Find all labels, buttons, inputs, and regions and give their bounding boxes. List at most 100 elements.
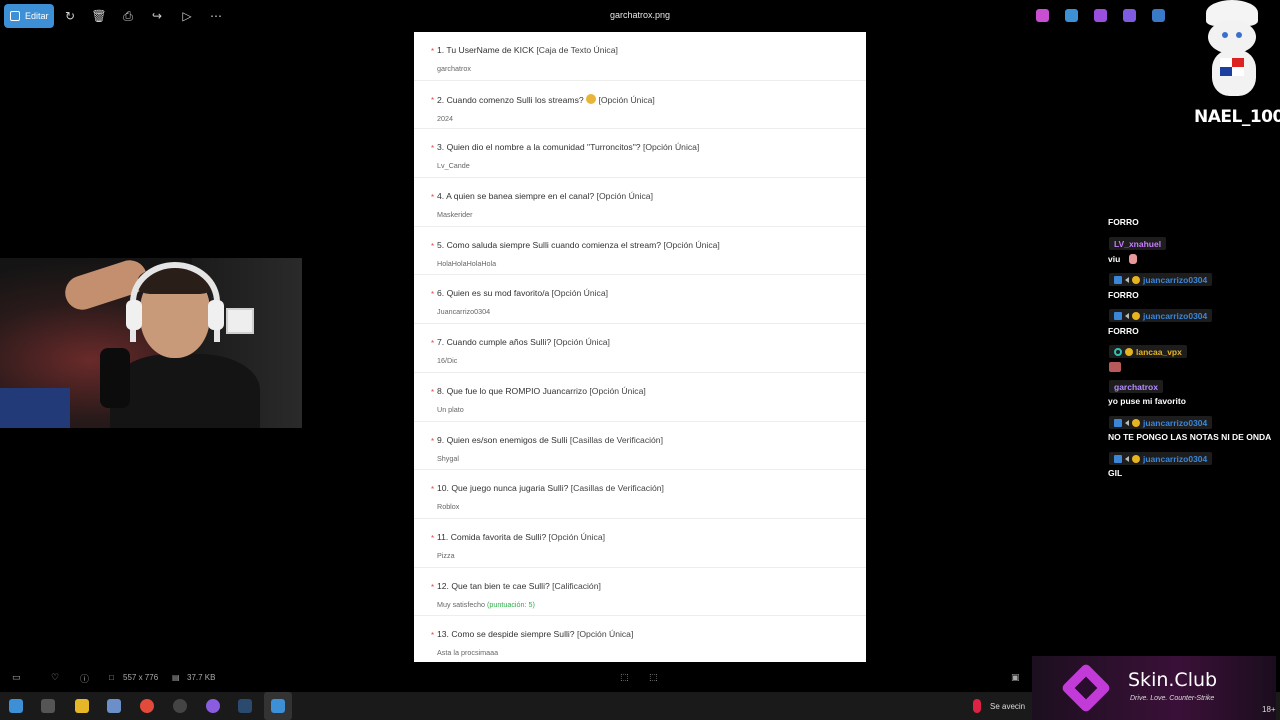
file-explorer-icon[interactable] (75, 699, 89, 713)
film-strip-icon[interactable]: ▭ (12, 672, 21, 683)
answer-value: Asta la procsimaaa (437, 648, 499, 658)
question-text: 7. Cuando cumple años Sulli? [Opción Úni… (433, 337, 866, 347)
chat-username[interactable]: garchatrox (1109, 380, 1163, 393)
question-number: 1. (437, 45, 445, 55)
headset-icon (130, 262, 220, 342)
chat-username-text: garchatrox (1114, 381, 1158, 392)
designer-icon[interactable] (1123, 9, 1136, 22)
photos-icon[interactable] (1065, 9, 1078, 22)
clipchamp-icon[interactable] (1094, 9, 1107, 22)
question-number: 12. (437, 580, 449, 591)
chrome-icon[interactable] (140, 699, 154, 713)
calculator-icon[interactable] (107, 699, 121, 713)
question-number: 10. (437, 483, 449, 494)
question-label: Como se despide siempre Sulli? (451, 629, 575, 640)
copilot-icon[interactable] (1036, 9, 1049, 22)
chat-username-text: juancarrizo0304 (1143, 274, 1208, 285)
emote-icon (1109, 362, 1121, 372)
print-icon[interactable]: ⎙ (121, 9, 135, 23)
question-item: * 13. Como se despide siempre Sulli? [Opc… (414, 616, 866, 662)
ad-title: Skin.Club (1128, 669, 1218, 691)
windows-start-icon[interactable] (9, 699, 23, 713)
sub-badge-icon (1132, 311, 1140, 320)
question-item: * 5. Como saluda siempre Sulli cuando com… (414, 227, 866, 276)
weather-text[interactable]: Se avecin (990, 702, 1025, 711)
answer-text: Pizza (433, 551, 866, 560)
chat-username[interactable]: juancarrizo0304 (1109, 452, 1213, 465)
question-text: 1. Tu UserName de KICK [Caja de Texto Ún… (433, 45, 866, 55)
question-text: 11. Comida favorita de Sulli? [Opción Ún… (433, 532, 866, 542)
answer-value: Pizza (437, 550, 455, 560)
delete-icon[interactable]: 🗑 (91, 9, 106, 23)
avatar-eye (1236, 32, 1242, 38)
question-text: 8. Que fue lo que ROMPIO Juancarrizo [Op… (433, 386, 866, 396)
answer-value: Lv_Cande (437, 161, 470, 171)
mod-badge-icon (1125, 276, 1129, 283)
answer-value: HolaHolaHolaHola (437, 258, 497, 268)
mod-badge-icon (1125, 419, 1129, 426)
kick-badge-icon (1114, 311, 1122, 320)
filesize-icon: ▤ (172, 673, 180, 682)
share-icon[interactable]: ↪ (150, 9, 164, 23)
required-star-icon: * (431, 582, 435, 592)
streamer-name: NAEL_1001 (1194, 107, 1280, 127)
window-title: garchatrox.png (609, 10, 671, 20)
favorite-icon[interactable]: ♡ (51, 672, 59, 683)
question-item: * 11. Comida favorita de Sulli? [Opción Ú… (414, 519, 866, 568)
survey-image: * 1. Tu UserName de KICK [Caja de Texto Ú… (414, 32, 866, 662)
question-type: [Casillas de Verificación] (570, 483, 664, 494)
required-star-icon: * (431, 193, 435, 203)
chat-username[interactable]: juancarrizo0304 (1109, 309, 1213, 322)
required-star-icon: * (431, 387, 435, 397)
chat-username-text: juancarrizo0304 (1143, 417, 1208, 428)
question-item: * 8. Que fue lo que ROMPIO Juancarrizo [O… (414, 373, 866, 422)
photos-app-icon[interactable] (271, 699, 285, 713)
question-label: Quien dio el nombre a la comunidad "Turr… (446, 142, 641, 153)
actual-size-icon[interactable]: ⬚ (649, 672, 658, 683)
question-label: Cuando comenzo Sulli los streams? (446, 94, 584, 105)
question-number: 9. (437, 434, 445, 445)
answer-text: 16/Dic (433, 356, 866, 365)
answer-text: Roblox (433, 502, 866, 511)
answer-value: garchatrox (437, 64, 471, 73)
task-view-icon[interactable] (41, 699, 55, 713)
chat-username[interactable]: juancarrizo0304 (1109, 416, 1213, 429)
chat-message-text: FORRO (1108, 290, 1139, 300)
sub-badge-icon (1125, 347, 1133, 356)
required-star-icon: * (431, 144, 435, 154)
chat-username[interactable]: lancaa_vpx (1109, 345, 1187, 358)
question-type: [Caja de Texto Única] (536, 45, 618, 55)
more-options-icon[interactable]: ⋯ (209, 9, 223, 23)
steam-icon[interactable] (238, 699, 252, 713)
viewer-status-bar: ▭ ♡ ⓘ □ 557 x 776 ▤ 37.7 KB ⬚ ⬚ ▣ (0, 662, 1030, 692)
slideshow-icon[interactable]: ▷ (180, 9, 194, 23)
edit-button[interactable]: Editar (4, 4, 54, 28)
question-number: 11. (437, 531, 449, 542)
screen: Editar ↻ 🗑 ⎙ ↪ ▷ ⋯ garchatrox.png * 1. Tu… (0, 0, 1280, 720)
discord-icon[interactable] (206, 699, 220, 713)
rotate-icon[interactable]: ↻ (63, 9, 77, 23)
info-icon[interactable]: ⓘ (80, 672, 89, 685)
mod-badge-icon (1125, 312, 1129, 319)
required-star-icon: * (431, 241, 435, 251)
fit-icon[interactable]: ⬚ (620, 672, 629, 683)
chat-message-text: FORRO (1108, 217, 1139, 227)
question-text: 10. Que juego nunca jugaria Sulli? [Casi… (433, 483, 866, 493)
question-text: 2. Cuando comenzo Sulli los streams? [Op… (433, 93, 866, 105)
question-number: 6. (437, 288, 445, 299)
answer-value: 16/Dic (437, 356, 458, 366)
required-star-icon: * (431, 339, 435, 349)
chat-username[interactable]: LV_xnahuel (1109, 237, 1167, 250)
image-dimensions: 557 x 776 (123, 673, 159, 682)
chat-username[interactable]: juancarrizo0304 (1109, 273, 1213, 286)
skinclub-ad-banner[interactable]: Skin.Club Drive. Love. Counter-Strike (1032, 656, 1276, 720)
answer-value: Juancarrizo0304 (437, 307, 491, 317)
streamer-avatar (1186, 0, 1280, 100)
screenshot-icon[interactable]: ▣ (1011, 672, 1020, 683)
question-type: [Opción Única] (548, 531, 606, 542)
webcam-body (110, 354, 260, 428)
obs-icon[interactable] (173, 699, 187, 713)
answer-text: Un plato (433, 405, 866, 414)
onedrive-icon[interactable] (1152, 9, 1165, 22)
dimensions-icon: □ (109, 673, 114, 682)
